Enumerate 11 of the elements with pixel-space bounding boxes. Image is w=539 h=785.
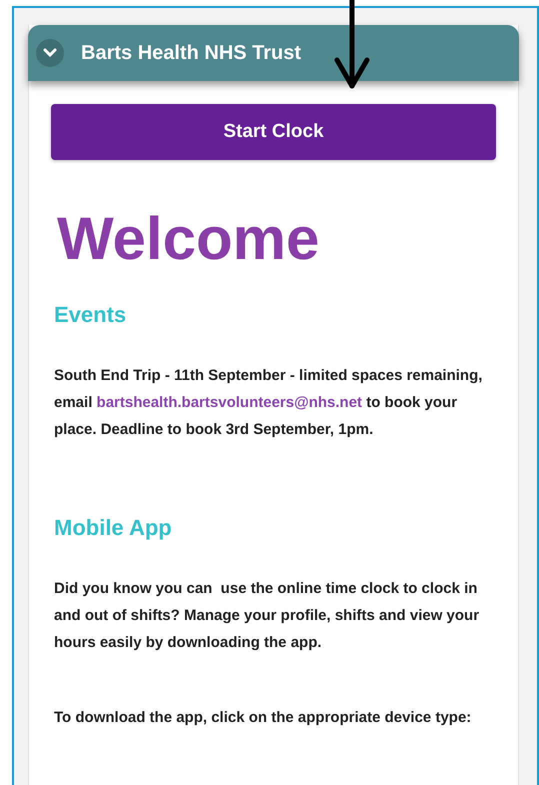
paragraph: To download the app, click on the appropriate device type:	[54, 708, 472, 728]
start-clock-button[interactable]: Start Clock	[51, 104, 496, 160]
paragraph: South End Trip - 11th September - limited spaces remaining, email bartshealth.bartsvolunteers@nhs.net to book your place. Deadline to book 3rd September, 1pm.	[54, 366, 484, 440]
email-link[interactable]: bartshealth.bartsvolunteers@nhs.net	[96, 394, 362, 411]
header-title: Barts Health NHS Trust	[81, 42, 302, 64]
chevron-icon[interactable]	[36, 39, 64, 67]
paragraph: Did you know you can use the online time clock to clock in and out of shifts? Manage your profile, shifts and view your hours easily by downloading the app.	[54, 579, 480, 653]
section-heading: Events	[54, 301, 128, 329]
collapsible-header[interactable]: Barts Health NHS Trust	[28, 25, 519, 81]
welcome-heading: Welcome	[57, 204, 320, 274]
section-heading: Mobile App	[54, 514, 173, 542]
